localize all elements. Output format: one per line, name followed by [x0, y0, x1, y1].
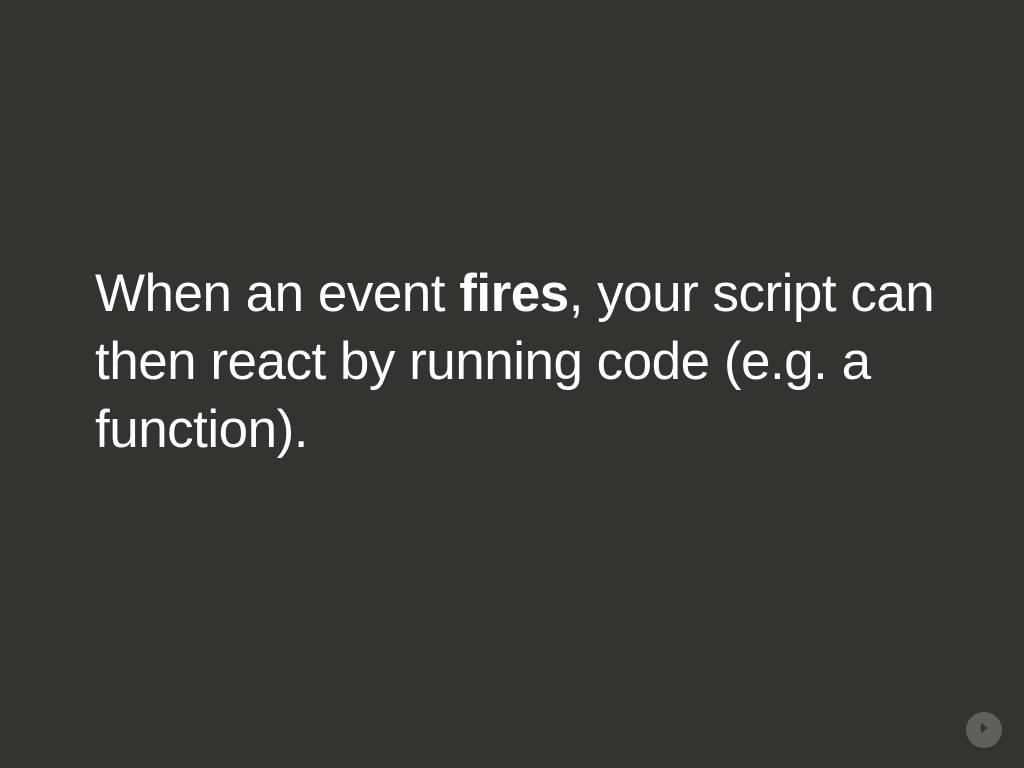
- text-segment-before: When an event: [95, 264, 459, 323]
- next-slide-button[interactable]: [966, 712, 1002, 748]
- slide-body-text: When an event fires, your script can the…: [95, 260, 974, 463]
- arrow-right-icon: [975, 719, 993, 742]
- text-segment-bold: fires: [459, 264, 568, 323]
